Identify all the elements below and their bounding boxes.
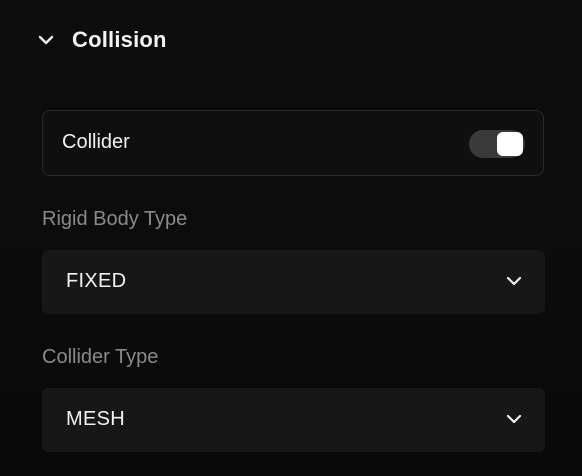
collider-type-label: Collider Type bbox=[42, 346, 159, 368]
collider-type-select[interactable]: MESH bbox=[42, 388, 545, 452]
chevron-down-icon bbox=[505, 410, 523, 428]
rigid-body-type-value: FIXED bbox=[66, 270, 127, 292]
chevron-down-icon bbox=[505, 272, 523, 290]
collider-toggle-label: Collider bbox=[62, 131, 130, 153]
collider-type-value: MESH bbox=[66, 408, 125, 430]
switch-knob bbox=[497, 132, 523, 156]
section-title: Collision bbox=[72, 27, 167, 52]
collision-panel: Collision Collider Rigid Body Type FIXED… bbox=[0, 0, 582, 476]
chevron-down-icon[interactable] bbox=[36, 30, 56, 50]
rigid-body-type-label: Rigid Body Type bbox=[42, 208, 188, 230]
collision-section-header[interactable]: Collision bbox=[36, 24, 167, 56]
collider-toggle-row: Collider bbox=[42, 110, 544, 176]
rigid-body-type-select[interactable]: FIXED bbox=[42, 250, 545, 314]
collider-toggle-switch[interactable] bbox=[469, 130, 525, 158]
